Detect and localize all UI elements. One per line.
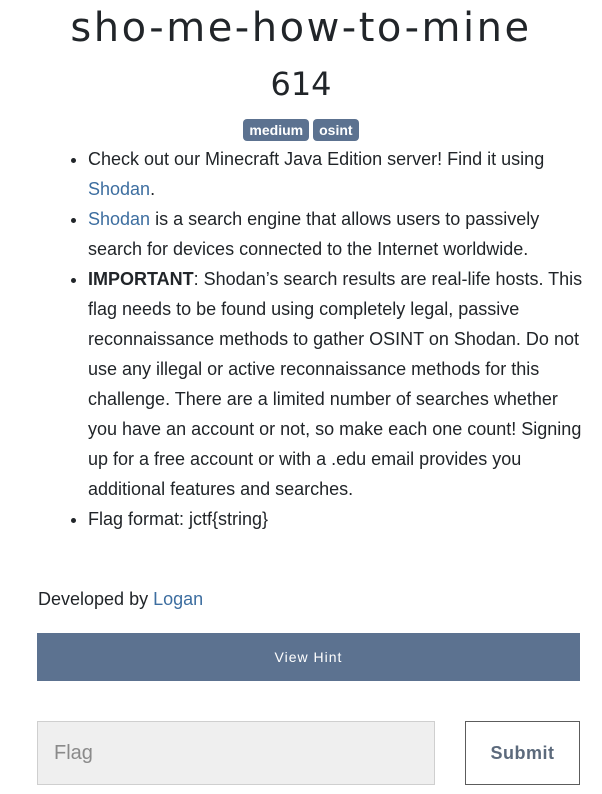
flag-format-text: Flag format: jctf{string} <box>88 509 269 529</box>
tag-badge: medium <box>243 119 310 141</box>
list-item: Check out our Minecraft Java Edition ser… <box>88 144 590 204</box>
tag-list: medium osint <box>0 119 602 141</box>
list-item: IMPORTANT: Shodan’s search results are r… <box>88 264 590 504</box>
list-item: Shodan is a search engine that allows us… <box>88 204 590 264</box>
challenge-description: Check out our Minecraft Java Edition ser… <box>38 144 590 534</box>
challenge-points: 614 <box>270 65 332 103</box>
submit-button[interactable]: Submit <box>465 721 580 785</box>
shodan-link[interactable]: Shodan <box>88 179 150 199</box>
list-item: Flag format: jctf{string} <box>88 504 590 534</box>
view-hint-button[interactable]: View Hint <box>37 633 580 681</box>
shodan-link[interactable]: Shodan <box>88 209 150 229</box>
developer-credit: Developed by Logan <box>38 589 204 609</box>
flag-input[interactable] <box>37 721 435 785</box>
description-list: Check out our Minecraft Java Edition ser… <box>38 144 590 534</box>
challenge-title: sho-me-how-to-mine <box>70 5 532 51</box>
important-label: IMPORTANT <box>88 269 194 289</box>
tag-badge: osint <box>313 119 359 141</box>
developer-link[interactable]: Logan <box>153 589 203 609</box>
